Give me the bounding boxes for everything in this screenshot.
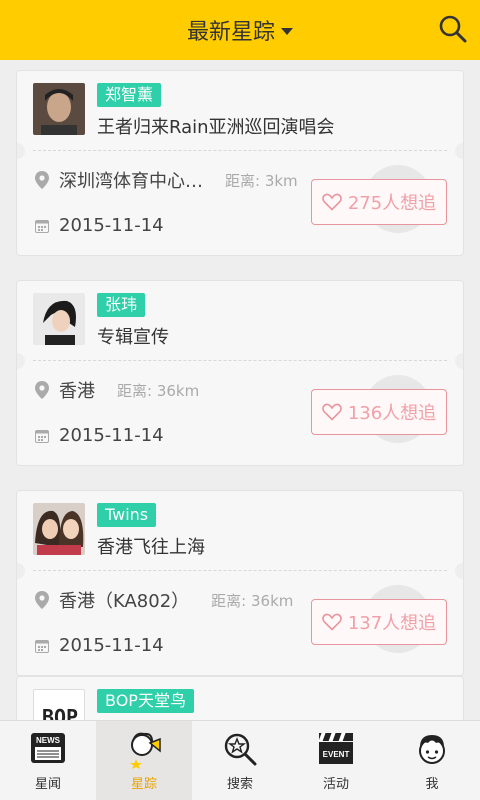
tab-label: 星闻 (34, 777, 61, 792)
location-pin-icon (35, 171, 49, 189)
bottom-tab-bar: NEWS 星闻 星踪 搜索 EVENT 活动 我 (0, 720, 480, 800)
tab-label: 搜索 (226, 777, 253, 792)
tab-me[interactable]: 我 (384, 721, 480, 800)
top-bar: 最新星踪 (0, 0, 480, 60)
follow-button[interactable]: 137人想追 (311, 599, 447, 645)
calendar-icon (35, 639, 49, 653)
heart-icon (322, 193, 342, 211)
location-pin-icon (35, 381, 49, 399)
page-title: 最新星踪 (186, 20, 275, 45)
star-tag[interactable]: Twins (97, 503, 157, 527)
star-avatar-icon (130, 732, 161, 769)
follow-count: 137人想追 (347, 613, 437, 634)
event-card[interactable]: 张玮 专辑宣传 香港 距离: 36km 2015-11-14 136人想追 (16, 280, 464, 466)
event-location: 香港 (59, 381, 95, 402)
event-date: 2015-11-14 (59, 215, 164, 236)
search-button[interactable] (438, 14, 468, 44)
event-title: 香港飞往上海 (97, 537, 205, 558)
avatar (33, 83, 85, 135)
event-card[interactable]: Twins 香港飞往上海 香港（KA802） 距离: 36km 2015-11-… (16, 490, 464, 676)
tab-label: 星踪 (130, 777, 157, 792)
event-date: 2015-11-14 (59, 425, 164, 446)
event-distance: 距离: 36km (211, 591, 294, 610)
follow-button[interactable]: 275人想追 (311, 179, 447, 225)
event-card[interactable]: 郑智薰 王者归来Rain亚洲巡回演唱会 深圳湾体育中心… 距离: 3km 201… (16, 70, 464, 256)
event-icon-text: EVENT (323, 750, 350, 759)
heart-icon (322, 403, 342, 421)
follow-count: 275人想追 (347, 193, 437, 214)
event-location: 深圳湾体育中心… (59, 171, 203, 192)
star-tag[interactable]: 张玮 (97, 293, 146, 317)
tab-label: 我 (425, 777, 439, 792)
follow-count: 136人想追 (347, 403, 437, 424)
event-title: 王者归来Rain亚洲巡回演唱会 (97, 117, 335, 138)
caret-down-icon (281, 27, 293, 35)
event-distance: 距离: 3km (225, 171, 298, 190)
page-title-dropdown[interactable]: 最新星踪 (0, 14, 480, 46)
event-distance: 距离: 36km (117, 381, 200, 400)
news-icon-text: NEWS (36, 736, 61, 745)
event-title: 专辑宣传 (97, 327, 169, 348)
event-location: 香港（KA802） (59, 591, 190, 612)
event-date: 2015-11-14 (59, 635, 164, 656)
follow-button[interactable]: 136人想追 (311, 389, 447, 435)
star-tag[interactable]: 郑智薰 (97, 83, 162, 107)
heart-icon (322, 613, 342, 631)
profile-avatar-icon (419, 735, 445, 764)
news-icon: NEWS (31, 733, 65, 763)
tab-news[interactable]: NEWS 星闻 (0, 721, 96, 800)
tab-search[interactable]: 搜索 (192, 721, 288, 800)
avatar (33, 503, 85, 555)
star-search-icon (224, 733, 257, 766)
avatar (33, 293, 85, 345)
calendar-icon (35, 429, 49, 443)
star-tag[interactable]: BOP天堂鸟 (97, 689, 194, 713)
search-icon (439, 15, 467, 43)
tab-star-trace[interactable]: 星踪 (96, 721, 192, 800)
event-clapperboard-icon: EVENT (318, 733, 353, 764)
location-pin-icon (35, 591, 49, 609)
calendar-icon (35, 219, 49, 233)
tab-events[interactable]: EVENT 活动 (288, 721, 384, 800)
tab-label: 活动 (322, 777, 349, 792)
